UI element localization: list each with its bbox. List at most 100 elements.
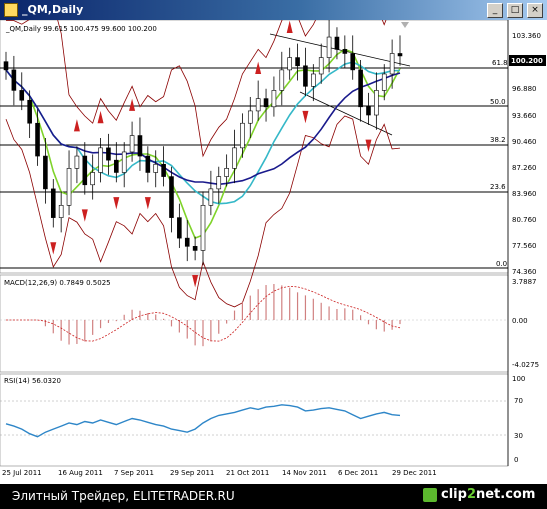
date-label: 16 Aug 2011 bbox=[58, 469, 103, 477]
symbol-info: _QM,Daily 99.615 100.475 99.600 100.200 bbox=[5, 25, 157, 33]
rsi-tick: 30 bbox=[514, 432, 523, 440]
candle-body bbox=[303, 65, 308, 87]
rsi-tick: 70 bbox=[514, 397, 523, 405]
candle-body bbox=[35, 122, 40, 157]
candle-body bbox=[11, 69, 17, 91]
candle-body bbox=[224, 168, 229, 177]
chart-window: _QM,Daily _ □ × 61.8 50.0 38.2 23.6 0.0 bbox=[0, 0, 547, 484]
candle-body bbox=[145, 155, 151, 173]
candle-body bbox=[27, 99, 32, 124]
candle-body bbox=[177, 217, 182, 239]
candle-body bbox=[129, 135, 135, 153]
candle-body bbox=[397, 53, 403, 57]
price-tick: 93.660 bbox=[512, 112, 537, 120]
price-tick: 77.560 bbox=[512, 242, 537, 250]
candle-body bbox=[381, 73, 387, 91]
candle-body bbox=[389, 53, 395, 75]
macd-label: MACD(12,26,9) 0.7849 0.5025 bbox=[4, 279, 111, 287]
candle-body bbox=[240, 122, 245, 149]
date-label: 29 Sep 2011 bbox=[170, 469, 214, 477]
rsi-panel bbox=[0, 373, 509, 467]
macd-tick: 3.7887 bbox=[512, 278, 537, 286]
candle-body bbox=[153, 163, 159, 173]
close-button[interactable]: × bbox=[527, 3, 543, 18]
candle-body bbox=[74, 155, 80, 169]
price-chart[interactable]: 61.8 50.0 38.2 23.6 0.0 _QM,Daily 99.615… bbox=[0, 20, 547, 484]
candle-body bbox=[98, 147, 103, 173]
chart-window-icon bbox=[4, 3, 18, 17]
date-label: 21 Oct 2011 bbox=[226, 469, 269, 477]
price-tick: 74.360 bbox=[512, 268, 537, 276]
price-tick: 83.960 bbox=[512, 190, 537, 198]
rsi-tick: 0 bbox=[514, 456, 518, 464]
fib-label-382: 38.2 bbox=[490, 136, 506, 144]
price-axis: 103.360 100.200 96.880 93.660 90.460 87.… bbox=[509, 32, 546, 276]
current-price-label: 100.200 bbox=[511, 57, 543, 65]
candle-body bbox=[114, 159, 119, 173]
fib-label-236: 23.6 bbox=[490, 183, 506, 191]
minimize-button[interactable]: _ bbox=[487, 3, 503, 18]
candle-body bbox=[216, 176, 222, 190]
macd-panel bbox=[0, 274, 509, 373]
macd-tick: -4.0275 bbox=[512, 361, 539, 369]
candle-body bbox=[3, 61, 9, 71]
rsi-tick: 100 bbox=[512, 375, 525, 383]
candle-body bbox=[374, 90, 379, 116]
candle-body bbox=[82, 155, 88, 186]
date-label: 14 Nov 2011 bbox=[282, 469, 327, 477]
candle-body bbox=[311, 73, 316, 87]
macd-tick: 0.00 bbox=[512, 317, 528, 325]
clip2net-logo: clip2net.com bbox=[423, 487, 541, 505]
date-label: 29 Dec 2011 bbox=[392, 469, 437, 477]
candle-body bbox=[90, 172, 95, 186]
price-tick: 80.760 bbox=[512, 216, 537, 224]
candle-body bbox=[295, 57, 300, 67]
candle-body bbox=[326, 36, 332, 58]
fib-label-000: 0.0 bbox=[496, 260, 507, 268]
candle-body bbox=[263, 98, 269, 108]
date-label: 6 Dec 2011 bbox=[338, 469, 378, 477]
fib-label-500: 50.0 bbox=[490, 98, 506, 106]
window-title: _QM,Daily bbox=[22, 3, 84, 16]
candle-body bbox=[247, 110, 253, 124]
date-label: 7 Sep 2011 bbox=[114, 469, 154, 477]
candle-body bbox=[232, 147, 237, 169]
maximize-button[interactable]: □ bbox=[507, 3, 523, 18]
rsi-label: RSI(14) 56.0320 bbox=[4, 377, 61, 385]
candle-body bbox=[58, 204, 64, 218]
candle-body bbox=[318, 57, 324, 75]
footer-bar: Элитный Трейдер, ELITETRADER.RU clip2net… bbox=[0, 484, 547, 509]
candle-body bbox=[279, 69, 285, 91]
candle-body bbox=[50, 188, 56, 218]
candle-body bbox=[169, 176, 174, 218]
candle-body bbox=[106, 147, 111, 161]
candle-body bbox=[200, 204, 206, 251]
price-tick: 96.880 bbox=[512, 85, 537, 93]
price-tick: 103.360 bbox=[512, 32, 541, 40]
candle-body bbox=[334, 36, 340, 50]
candle-body bbox=[271, 90, 277, 108]
candle-body bbox=[287, 57, 292, 71]
candle-body bbox=[184, 237, 190, 247]
candle-body bbox=[66, 168, 72, 206]
candle-body bbox=[342, 49, 348, 54]
fib-label-618: 61.8 bbox=[492, 59, 508, 67]
price-tick: 90.460 bbox=[512, 138, 537, 146]
candle-body bbox=[358, 69, 363, 108]
main-panel bbox=[0, 20, 509, 274]
candle-body bbox=[19, 90, 25, 101]
candle-body bbox=[350, 53, 356, 71]
candle-body bbox=[208, 188, 214, 206]
candle-body bbox=[192, 246, 198, 251]
clip2net-logo-icon bbox=[423, 488, 437, 502]
price-tick: 87.260 bbox=[512, 164, 537, 172]
source-caption: Элитный Трейдер, ELITETRADER.RU bbox=[12, 489, 235, 503]
date-label: 25 Jul 2011 bbox=[2, 469, 42, 477]
candle-body bbox=[255, 98, 261, 112]
candle-body bbox=[161, 163, 166, 177]
candle-body bbox=[137, 135, 143, 157]
candle-body bbox=[43, 155, 48, 190]
candle-body bbox=[366, 106, 371, 116]
candle-body bbox=[121, 151, 127, 173]
window-titlebar[interactable]: _QM,Daily _ □ × bbox=[0, 0, 547, 20]
